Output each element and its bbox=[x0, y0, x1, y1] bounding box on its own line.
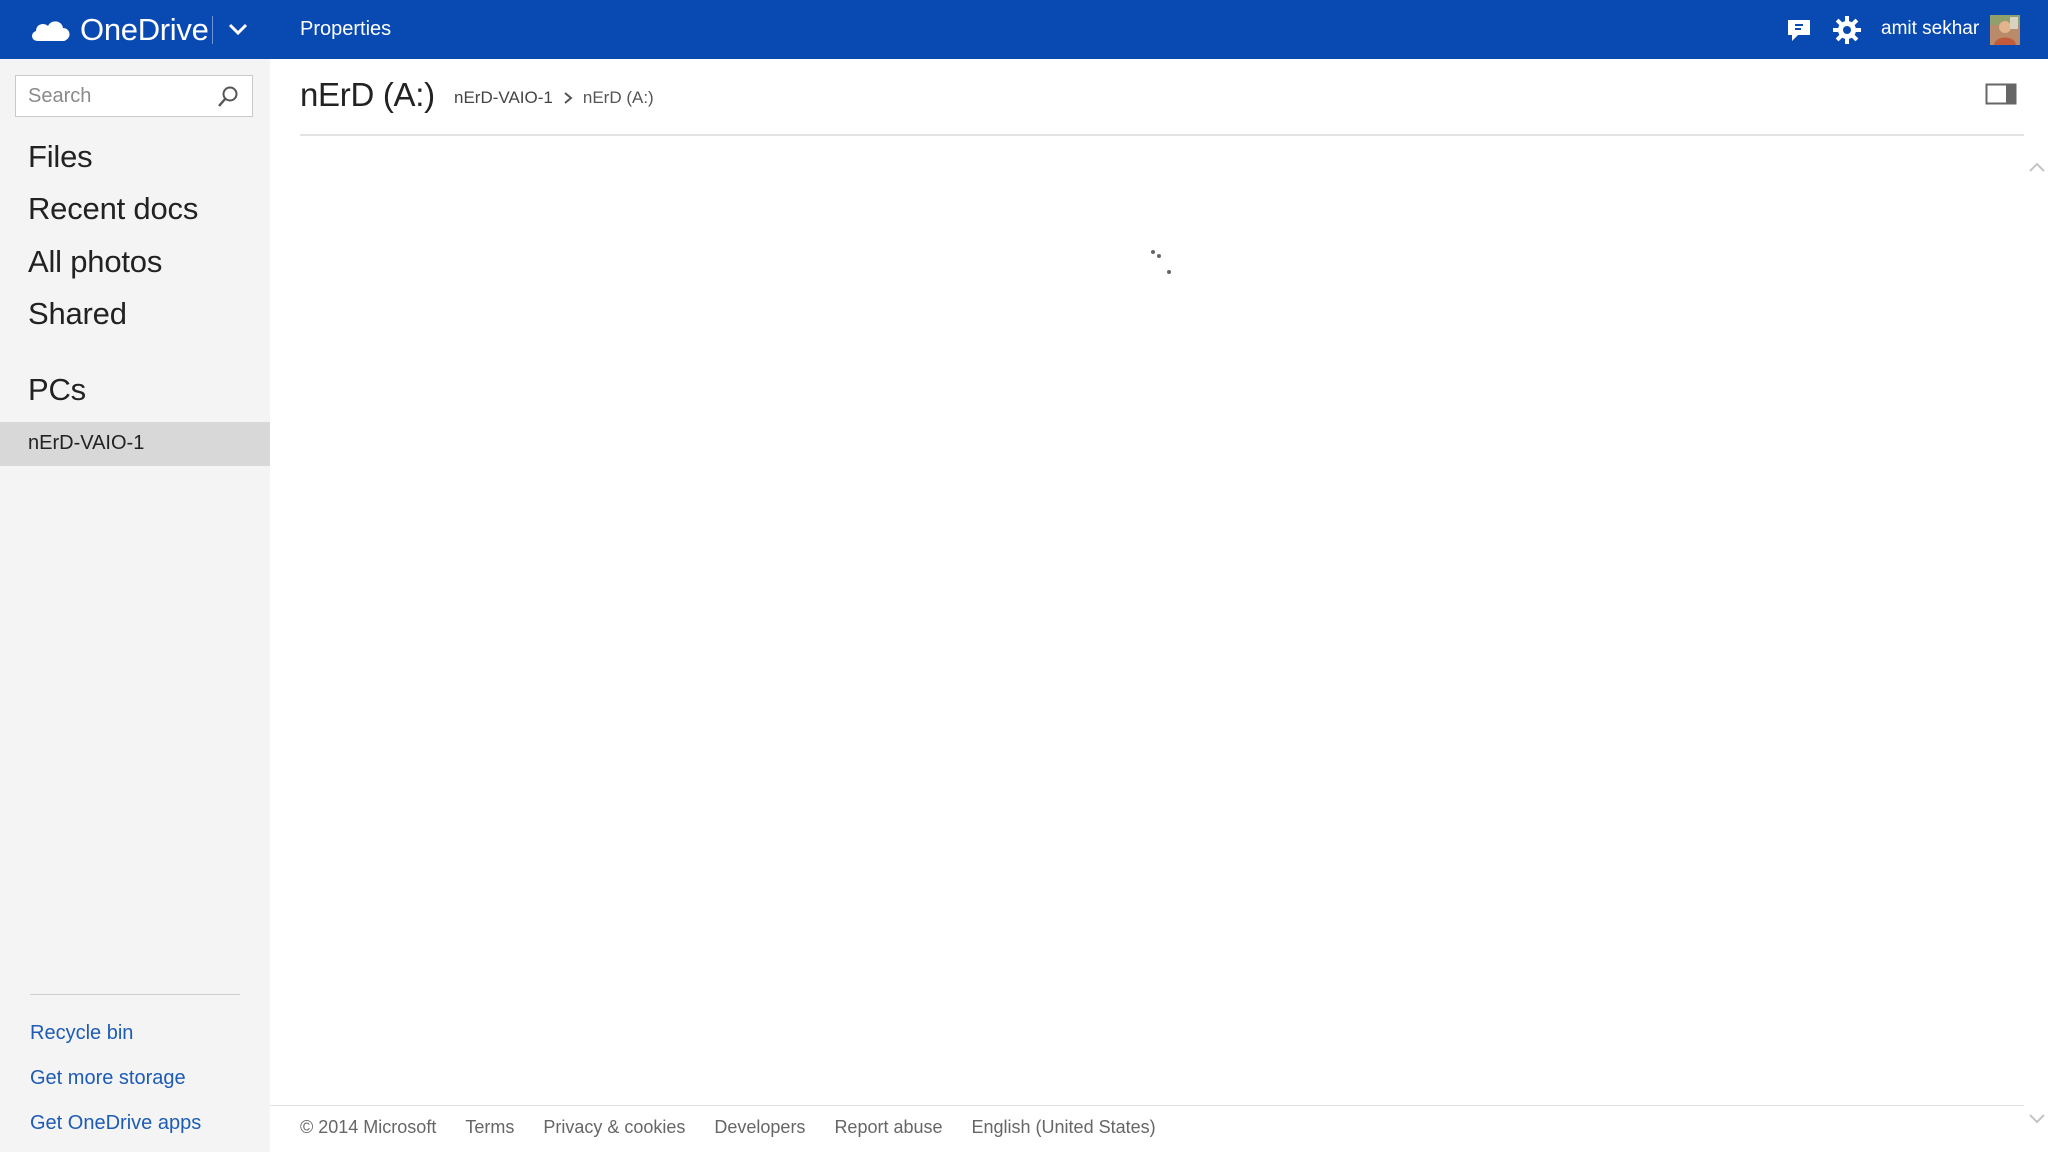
brand-divider bbox=[212, 16, 213, 44]
breadcrumb: nErD-VAIO-1 nErD (A:) bbox=[454, 88, 654, 108]
feedback-icon[interactable] bbox=[1785, 16, 1813, 44]
cloud-logo-icon bbox=[32, 21, 70, 41]
footer-link-language[interactable]: English (United States) bbox=[972, 1117, 1156, 1138]
footer-link-developers[interactable]: Developers bbox=[714, 1117, 805, 1138]
nav-pcs-heading[interactable]: PCs bbox=[28, 372, 86, 408]
user-name[interactable]: amit sekhar bbox=[1881, 18, 1979, 40]
avatar[interactable] bbox=[1990, 15, 2020, 45]
scroll-down-icon[interactable] bbox=[2028, 1112, 2046, 1126]
footer: © 2014 Microsoft Terms Privacy & cookies… bbox=[300, 1117, 1185, 1138]
nav-all-photos[interactable]: All photos bbox=[28, 244, 162, 280]
search-input[interactable] bbox=[16, 76, 218, 116]
loading-spinner-icon bbox=[1151, 250, 1171, 274]
footer-divider bbox=[270, 1105, 2024, 1106]
get-onedrive-apps-link[interactable]: Get OneDrive apps bbox=[30, 1112, 201, 1135]
chevron-right-icon bbox=[564, 92, 573, 104]
footer-link-privacy[interactable]: Privacy & cookies bbox=[543, 1117, 685, 1138]
properties-command[interactable]: Properties bbox=[300, 18, 391, 41]
chevron-down-icon bbox=[228, 23, 248, 36]
header-divider bbox=[300, 134, 2024, 136]
page-title: nErD (A:) bbox=[300, 76, 435, 113]
get-more-storage-link[interactable]: Get more storage bbox=[30, 1067, 186, 1090]
search-box bbox=[15, 75, 253, 117]
nav-divider bbox=[30, 994, 240, 995]
footer-link-terms[interactable]: Terms bbox=[465, 1117, 514, 1138]
recycle-bin-link[interactable]: Recycle bin bbox=[30, 1022, 133, 1045]
breadcrumb-item-pc[interactable]: nErD-VAIO-1 bbox=[454, 88, 553, 108]
details-pane-icon[interactable] bbox=[1985, 82, 2017, 106]
brand-name: OneDrive bbox=[80, 12, 209, 47]
nav-files[interactable]: Files bbox=[28, 139, 93, 175]
breadcrumb-item-current: nErD (A:) bbox=[582, 88, 654, 107]
search-icon[interactable] bbox=[216, 85, 240, 109]
app-menu-button[interactable] bbox=[220, 14, 256, 46]
nav-recent-docs[interactable]: Recent docs bbox=[28, 191, 198, 227]
footer-link-report[interactable]: Report abuse bbox=[834, 1117, 942, 1138]
sidebar-item-pc[interactable]: nErD-VAIO-1 bbox=[0, 422, 270, 466]
onedrive-brand[interactable]: OneDrive bbox=[28, 12, 209, 48]
nav-shared[interactable]: Shared bbox=[28, 296, 127, 332]
sidebar-item-pc-label: nErD-VAIO-1 bbox=[28, 432, 145, 454]
footer-copyright: © 2014 Microsoft bbox=[300, 1117, 437, 1137]
scroll-up-icon[interactable] bbox=[2028, 160, 2046, 174]
top-bar: OneDrive Properties amit sekhar bbox=[0, 0, 2048, 59]
gear-icon[interactable] bbox=[1832, 15, 1862, 45]
left-navigation: Files Recent docs All photos Shared PCs … bbox=[0, 59, 270, 1152]
scrollbar[interactable] bbox=[2024, 136, 2048, 1152]
